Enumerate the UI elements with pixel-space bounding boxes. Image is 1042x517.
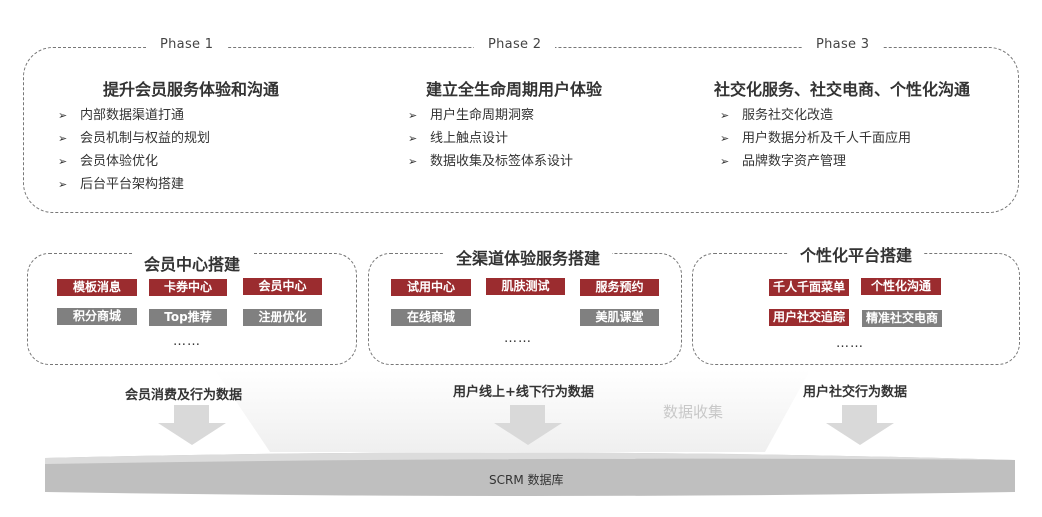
arrow-bullet-icon: ➢: [58, 132, 68, 145]
tag: 用户社交追踪: [769, 309, 849, 326]
more-ellipsis: ……: [836, 336, 864, 351]
list-item: ➢ 用户生命周期洞察: [408, 104, 573, 127]
phase-3-list: ➢ 服务社交化改造 ➢ 用户数据分析及千人千面应用 ➢ 品牌数字资产管理: [720, 104, 911, 173]
tag: 积分商城: [57, 308, 137, 325]
arrow-bullet-icon: ➢: [720, 132, 730, 145]
tag: 精准社交电商: [862, 310, 942, 327]
down-arrow-icon: [826, 405, 894, 445]
tag: 肌肤测试: [486, 278, 565, 295]
list-item: ➢ 服务社交化改造: [720, 104, 911, 127]
flow-2-label: 用户线上+线下行为数据: [453, 385, 594, 400]
arrow-bullet-icon: ➢: [720, 109, 730, 122]
arrow-bullet-icon: ➢: [58, 155, 68, 168]
arrow-bullet-icon: ➢: [408, 132, 418, 145]
data-collection-label: 数据收集: [663, 403, 724, 421]
tag: 美肌课堂: [580, 309, 659, 326]
tag: 在线商城: [391, 309, 471, 326]
phase-3-title: 社交化服务、社交电商、个性化沟通: [714, 80, 971, 99]
down-arrow-icon: [494, 405, 562, 445]
list-item: ➢ 会员机制与权益的规划: [58, 127, 210, 150]
platform-1-title: 会员中心搭建: [132, 251, 253, 275]
list-item: ➢ 数据收集及标签体系设计: [408, 150, 573, 173]
database-label: SCRM 数据库: [489, 473, 564, 487]
arrow-bullet-icon: ➢: [720, 155, 730, 168]
arrow-bullet-icon: ➢: [58, 178, 68, 191]
tag: 千人千面菜单: [769, 279, 849, 296]
platform-3-title: 个性化平台搭建: [788, 242, 925, 266]
tag: 试用中心: [391, 279, 471, 296]
arrow-bullet-icon: ➢: [58, 109, 68, 122]
tag: 服务预约: [580, 279, 659, 296]
list-item: ➢ 会员体验优化: [58, 150, 210, 173]
phase-1-label: Phase 1: [146, 37, 228, 52]
tag: 卡券中心: [149, 279, 227, 296]
tag: Top推荐: [149, 309, 227, 326]
phase-2-list: ➢ 用户生命周期洞察 ➢ 线上触点设计 ➢ 数据收集及标签体系设计: [408, 104, 573, 173]
down-arrow-icon: [158, 405, 226, 445]
list-item: ➢ 用户数据分析及千人千面应用: [720, 127, 911, 150]
tag: 个性化沟通: [861, 278, 941, 295]
list-item: ➢ 内部数据渠道打通: [58, 104, 210, 127]
list-item: ➢ 品牌数字资产管理: [720, 150, 911, 173]
arrow-bullet-icon: ➢: [408, 155, 418, 168]
arrow-bullet-icon: ➢: [408, 109, 418, 122]
platform-2-title: 全渠道体验服务搭建: [444, 245, 613, 269]
phase-3-label: Phase 3: [802, 37, 884, 52]
more-ellipsis: ……: [173, 334, 201, 349]
phase-2-label: Phase 2: [474, 37, 556, 52]
flow-3-label: 用户社交行为数据: [803, 385, 908, 400]
more-ellipsis: ……: [504, 331, 532, 346]
flow-1-label: 会员消费及行为数据: [125, 388, 243, 403]
phase-1-list: ➢ 内部数据渠道打通 ➢ 会员机制与权益的规划 ➢ 会员体验优化 ➢ 后台平台架构搭建: [58, 104, 210, 196]
tag: 会员中心: [243, 278, 322, 295]
tag: 注册优化: [243, 309, 322, 326]
phase-1-title: 提升会员服务体验和沟通: [103, 80, 280, 99]
list-item: ➢ 线上触点设计: [408, 127, 573, 150]
tag: 模板消息: [57, 279, 137, 296]
list-item: ➢ 后台平台架构搭建: [58, 173, 210, 196]
phase-2-title: 建立全生命周期用户体验: [426, 80, 603, 99]
